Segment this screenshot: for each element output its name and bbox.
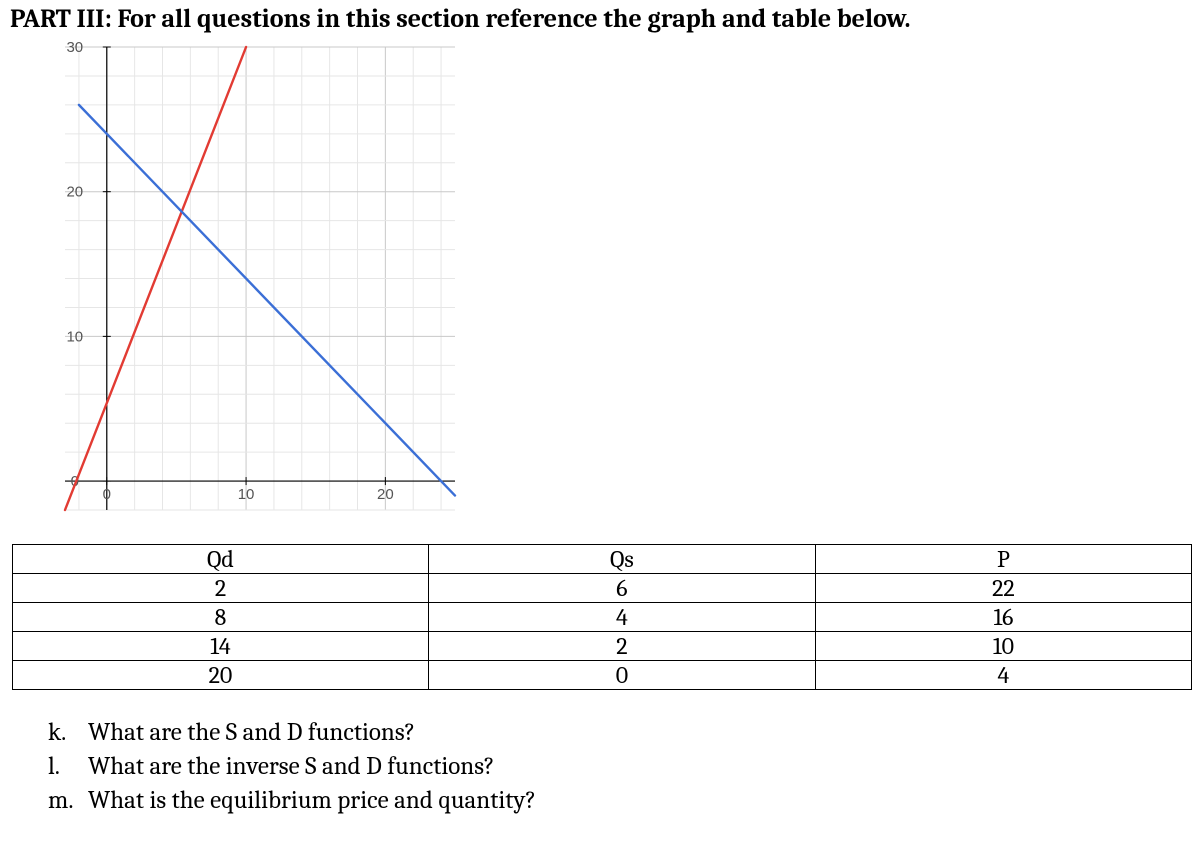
- cell: 6: [428, 574, 815, 603]
- col-header-p: P: [815, 545, 1191, 574]
- cell: 4: [428, 603, 815, 632]
- col-header-qd: Qd: [13, 545, 429, 574]
- cell: 2: [13, 574, 429, 603]
- cell: 14: [13, 632, 429, 661]
- cell: 16: [815, 603, 1191, 632]
- question-item: k. What are the S and D functions?: [48, 716, 1200, 750]
- svg-text:20: 20: [66, 184, 83, 201]
- question-marker: k.: [48, 716, 88, 750]
- col-header-qs: Qs: [428, 545, 815, 574]
- question-marker: l.: [48, 750, 88, 784]
- svg-text:30: 30: [66, 42, 83, 56]
- questions-list: k. What are the S and D functions? l. Wh…: [48, 716, 1200, 817]
- data-table-container: Qd Qs P 2 6 22 8 4 16 14 2 10 20 0: [12, 544, 1192, 690]
- cell: 4: [815, 661, 1191, 690]
- question-text: What are the S and D functions?: [88, 716, 1200, 750]
- question-marker: m.: [48, 784, 88, 818]
- svg-text:20: 20: [377, 486, 394, 503]
- svg-text:10: 10: [66, 328, 83, 345]
- question-text: What is the equilibrium price and quanti…: [88, 784, 1200, 818]
- svg-text:0: 0: [103, 486, 111, 503]
- cell: 0: [428, 661, 815, 690]
- question-item: l. What are the inverse S and D function…: [48, 750, 1200, 784]
- svg-text:10: 10: [238, 486, 255, 503]
- cell: 22: [815, 574, 1191, 603]
- question-text: What are the inverse S and D functions?: [88, 750, 1200, 784]
- cell: 8: [13, 603, 429, 632]
- cell: 10: [815, 632, 1191, 661]
- section-heading: PART III: For all questions in this sect…: [0, 0, 1200, 42]
- cell: 2: [428, 632, 815, 661]
- supply-demand-chart: 010200102030: [10, 42, 460, 542]
- cell: 20: [13, 661, 429, 690]
- supply-demand-table: Qd Qs P 2 6 22 8 4 16 14 2 10 20 0: [12, 544, 1192, 690]
- question-item: m. What is the equilibrium price and qua…: [48, 784, 1200, 818]
